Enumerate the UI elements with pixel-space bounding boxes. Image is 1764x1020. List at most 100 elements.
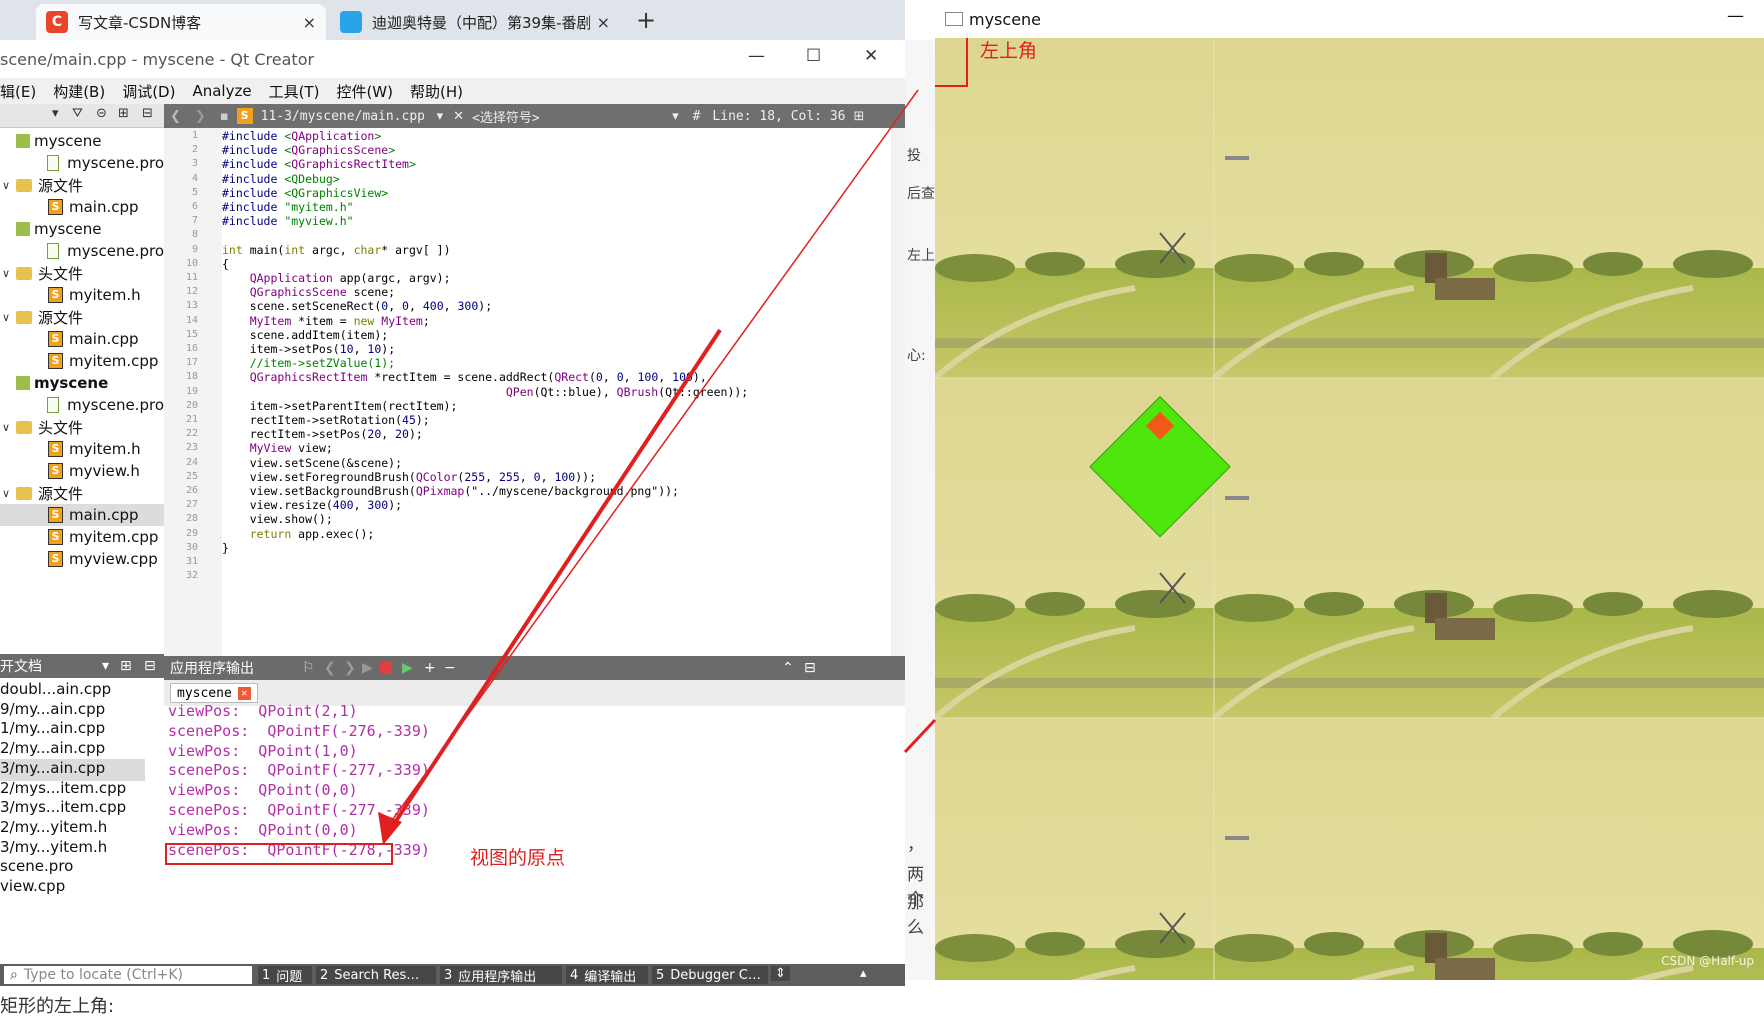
code-line[interactable]: #include "myitem.h" [222, 200, 354, 214]
symbol-combo[interactable]: <选择符号> [472, 107, 672, 126]
status-tab[interactable]: 3 应用程序输出 [440, 966, 562, 985]
code-line[interactable]: #include <QGraphicsRectItem> [222, 157, 416, 171]
close-pane-icon[interactable]: ⊟ [804, 660, 816, 676]
project-tree-item[interactable]: ∨ 头文件 [0, 262, 164, 284]
code-line[interactable]: #include <QApplication> [222, 129, 381, 143]
close-file-icon[interactable]: ✕ [453, 109, 464, 124]
menu-build[interactable]: 构建(B) [53, 81, 105, 102]
stop-icon[interactable] [380, 662, 392, 674]
project-tree-item[interactable]: Smain.cpp [0, 504, 164, 526]
open-document-item[interactable]: 2/my...yitem.h [0, 818, 145, 840]
split-icon[interactable]: ⊞ [853, 109, 864, 124]
collapse-icon[interactable]: ⌃ [782, 660, 794, 676]
expand-arrow-icon[interactable]: ∨ [2, 487, 16, 500]
project-tree-item[interactable]: myscene.pro [0, 240, 164, 262]
project-tree-item[interactable]: ∨ 源文件 [0, 306, 164, 328]
code-line[interactable]: item->setPos(10, 10); [222, 342, 395, 356]
dropdown-icon[interactable]: ▾ [102, 658, 109, 674]
code-line[interactable]: #include "myview.h" [222, 214, 354, 228]
editor-scrollbar[interactable] [891, 128, 905, 656]
open-document-item[interactable]: 2/mys...item.cpp [0, 779, 145, 801]
expand-arrow-icon[interactable]: ∨ [2, 421, 16, 434]
project-tree-item[interactable]: Smyitem.h [0, 438, 164, 460]
code-line[interactable]: QGraphicsRectItem *rectItem = scene.addR… [222, 370, 707, 384]
code-line[interactable]: return app.exec(); [222, 527, 375, 541]
close-icon[interactable]: × [303, 13, 316, 32]
open-document-item[interactable]: 3/my...ain.cpp [0, 758, 145, 781]
open-document-item[interactable]: 3/mys...item.cpp [0, 798, 145, 820]
open-document-item[interactable]: 2/my...ain.cpp [0, 739, 145, 761]
project-tree-item[interactable]: ∨ 源文件 [0, 482, 164, 504]
code-line[interactable]: view.show(); [222, 512, 333, 526]
next-icon[interactable]: ❯ [344, 660, 356, 676]
code-line[interactable]: { [222, 257, 229, 271]
project-tree-item[interactable]: Smyview.cpp [0, 548, 164, 570]
dropdown-icon[interactable]: ▾ [437, 109, 444, 124]
zoom-in-icon[interactable]: + [424, 660, 436, 676]
minimize-button[interactable]: — [748, 46, 765, 66]
project-tree-item[interactable]: Smyitem.cpp [0, 526, 164, 548]
open-document-item[interactable]: scene.pro [0, 857, 145, 879]
status-tab[interactable]: 2 Search Res… [316, 966, 436, 984]
code-line[interactable]: MyItem *item = new MyItem; [222, 314, 430, 328]
open-document-item[interactable]: view.cpp [0, 877, 145, 899]
menu-tools[interactable]: 工具(T) [269, 81, 320, 102]
toggle-pane-icon[interactable]: ⇕ [771, 966, 790, 981]
code-line[interactable]: MyView view; [222, 441, 333, 455]
project-tree-item[interactable]: Smain.cpp [0, 328, 164, 350]
split-icon[interactable]: ⊞ [118, 106, 129, 121]
back-icon[interactable]: ❮ [170, 109, 181, 124]
close-pane-icon[interactable]: ⊟ [142, 106, 153, 121]
code-line[interactable]: #include <QGraphicsView> [222, 186, 388, 200]
expand-arrow-icon[interactable]: ∨ [2, 179, 16, 192]
code-line[interactable]: view.setForegroundBrush(QColor(255, 255,… [222, 470, 596, 484]
code-line[interactable]: view.setScene(&scene); [222, 456, 402, 470]
locate-input[interactable]: ⌕ Type to locate (Ctrl+K) [4, 966, 252, 984]
code-line[interactable]: #include <QDebug> [222, 172, 340, 186]
open-document-item[interactable]: 9/my...ain.cpp [0, 700, 145, 722]
project-tree-item[interactable]: Smyitem.cpp [0, 350, 164, 372]
link-icon[interactable]: ⊝ [96, 106, 107, 121]
code-line[interactable]: scene.setSceneRect(0, 0, 400, 300); [222, 299, 492, 313]
code-line[interactable]: rectItem->setPos(20, 20); [222, 427, 423, 441]
graphics-view-canvas[interactable]: CSDN @Half-up [935, 38, 1764, 980]
open-document-item[interactable]: 1/my...ain.cpp [0, 719, 145, 741]
project-tree-item[interactable]: myscene.pro [0, 394, 164, 416]
status-tab[interactable]: 4 编译输出 [566, 966, 648, 985]
code-line[interactable]: //item->setZValue(1); [222, 356, 395, 370]
forward-icon[interactable]: ❯ [195, 109, 206, 124]
code-line[interactable]: #include <QGraphicsScene> [222, 143, 395, 157]
attach-icon[interactable]: ⚐ [302, 660, 315, 676]
project-tree-item[interactable]: myscene [0, 130, 164, 152]
open-document-item[interactable]: 3/my...yitem.h [0, 838, 145, 860]
split-icon[interactable]: ⊞ [120, 658, 132, 674]
close-button[interactable]: ✕ [864, 46, 878, 66]
debug-run-icon[interactable]: ▶ [402, 660, 413, 676]
project-tree-item[interactable]: Smyview.h [0, 460, 164, 482]
code-editor[interactable]: 1 2 3 4 5 6 7 8 9 10 11 12 13 14 15 16 17 18 19 20 21 22 23 24 2… [164, 128, 905, 656]
status-tab[interactable]: 1 问题 [258, 966, 312, 985]
code-line[interactable]: rectItem->setRotation(45); [222, 413, 430, 427]
menu-help[interactable]: 帮助(H) [410, 81, 463, 102]
project-tree-item[interactable]: ∨ 头文件 [0, 416, 164, 438]
menu-widgets[interactable]: 控件(W) [336, 81, 393, 102]
open-document-item[interactable]: doubl...ain.cpp [0, 680, 145, 702]
code-line[interactable]: scene.addItem(item); [222, 328, 388, 342]
zoom-out-icon[interactable]: − [444, 660, 456, 676]
expand-arrow-icon[interactable]: ∨ [2, 267, 16, 280]
prev-icon[interactable]: ❮ [324, 660, 336, 676]
project-tree-item[interactable]: myscene.pro [0, 152, 164, 174]
code-line[interactable]: QPen(Qt::blue), QBrush(Qt::green)); [222, 385, 748, 399]
dropdown-icon[interactable]: ▾ [52, 106, 59, 121]
output-tab-myscene[interactable]: myscene ✕ [170, 683, 258, 703]
code-line[interactable]: QApplication app(argc, argv); [222, 271, 451, 285]
status-tab[interactable]: 5 Debugger C… [652, 966, 768, 984]
close-icon[interactable]: × [597, 13, 610, 32]
project-tree-item[interactable]: ∨ 源文件 [0, 174, 164, 196]
editor-file-combo[interactable]: 11-3/myscene/main.cpp [261, 109, 431, 124]
code-line[interactable]: item->setParentItem(rectItem); [222, 399, 458, 413]
code-line[interactable]: view.resize(400, 300); [222, 498, 402, 512]
menu-debug[interactable]: 调试(D) [122, 81, 175, 102]
menu-edit[interactable]: 辑(E) [0, 81, 36, 102]
menu-analyze[interactable]: Analyze [192, 82, 251, 100]
